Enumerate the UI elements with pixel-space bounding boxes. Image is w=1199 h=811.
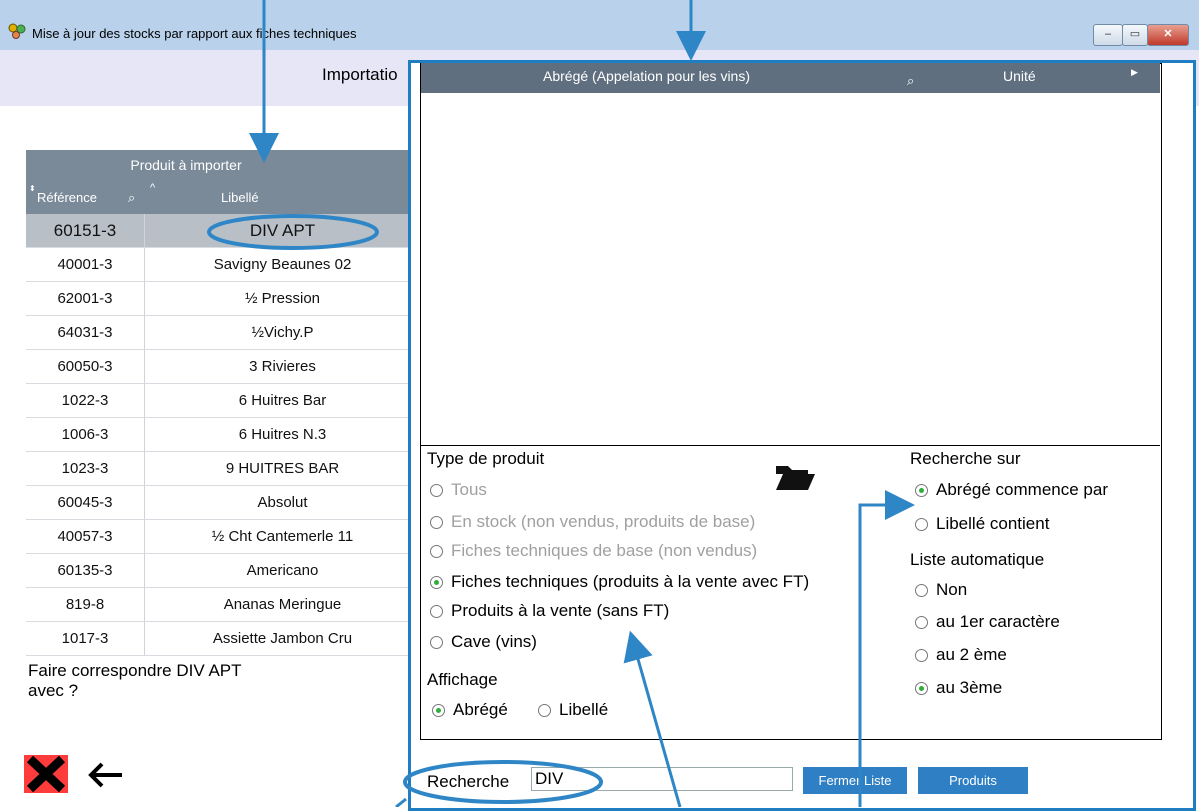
- annotation-overlay: [207, 0, 915, 807]
- annotation-ellipse: [403, 760, 603, 804]
- annotation-arrow: [623, 630, 682, 807]
- annotation-ellipse: [207, 214, 379, 250]
- annotation-arrow: [858, 490, 915, 807]
- annotation-arrow: [395, 797, 407, 807]
